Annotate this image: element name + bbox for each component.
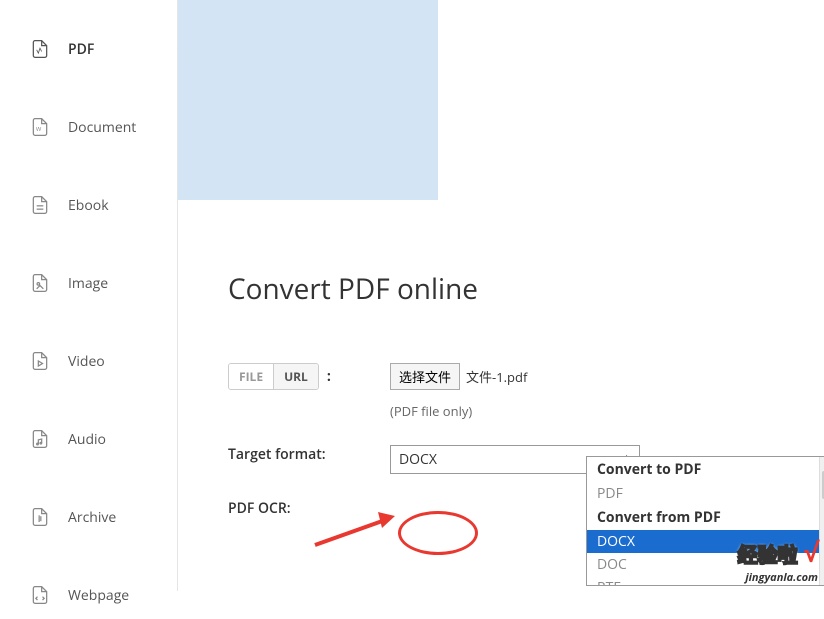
url-tab[interactable]: URL	[274, 364, 318, 389]
file-url-toggle: FILE URL	[228, 363, 319, 390]
document-icon: W	[30, 117, 50, 137]
sidebar-item-webpage[interactable]: Webpage	[0, 571, 177, 619]
dropdown-option-pdf[interactable]: PDF	[587, 482, 824, 505]
dropdown-group-from-pdf: Convert from PDF	[587, 505, 824, 530]
dropdown-option-doc[interactable]: DOC	[587, 553, 824, 576]
page-title: Convert PDF online	[228, 270, 824, 308]
scroll-down-icon[interactable]: ▼	[820, 571, 824, 585]
sidebar-item-label: Webpage	[68, 586, 129, 605]
file-tab[interactable]: FILE	[229, 364, 274, 389]
dropdown-option-docx[interactable]: DOCX	[587, 530, 824, 553]
colon-label: :	[327, 367, 331, 386]
ad-placeholder	[178, 0, 438, 200]
file-hint: (PDF file only)	[390, 402, 824, 420]
main-content: Convert PDF online FILE URL : 选择文件 文件-1.…	[178, 0, 824, 591]
choose-file-button[interactable]: 选择文件	[390, 363, 460, 390]
svg-text:W: W	[36, 125, 42, 133]
image-icon	[30, 273, 50, 293]
sidebar-item-label: Ebook	[68, 196, 109, 215]
sidebar-item-label: Archive	[68, 508, 116, 527]
pdf-icon	[30, 39, 50, 59]
archive-icon	[30, 507, 50, 527]
dropdown-option-rtf[interactable]: RTF	[587, 576, 824, 585]
sidebar-item-audio[interactable]: Audio	[0, 415, 177, 463]
sidebar-item-video[interactable]: Video	[0, 337, 177, 385]
pdf-ocr-label: PDF OCR:	[228, 499, 390, 518]
dropdown-scrollbar[interactable]: ▲ ▼	[819, 457, 824, 585]
sidebar-item-label: Audio	[68, 430, 106, 449]
sidebar-item-label: Video	[68, 352, 105, 371]
sidebar-item-ebook[interactable]: Ebook	[0, 181, 177, 229]
sidebar-item-document[interactable]: W Document	[0, 103, 177, 151]
target-format-dropdown: Convert to PDF PDF Convert from PDF DOCX…	[586, 456, 824, 586]
sidebar-item-image[interactable]: Image	[0, 259, 177, 307]
sidebar-item-label: PDF	[68, 40, 94, 59]
chosen-filename: 文件-1.pdf	[466, 367, 527, 386]
dropdown-group-to-pdf: Convert to PDF	[587, 457, 824, 482]
scroll-up-icon[interactable]: ▲	[820, 457, 824, 471]
sidebar-item-pdf[interactable]: PDF	[0, 25, 177, 73]
ebook-icon	[30, 195, 50, 215]
sidebar-item-label: Document	[68, 118, 136, 137]
sidebar-item-label: Image	[68, 274, 108, 293]
sidebar-item-archive[interactable]: Archive	[0, 493, 177, 541]
audio-icon	[30, 429, 50, 449]
target-format-label: Target format:	[228, 445, 390, 464]
sidebar: PDF W Document Ebook Image Video Audio	[0, 0, 178, 591]
webpage-icon	[30, 585, 50, 605]
target-format-value: DOCX	[399, 450, 437, 469]
video-icon	[30, 351, 50, 371]
